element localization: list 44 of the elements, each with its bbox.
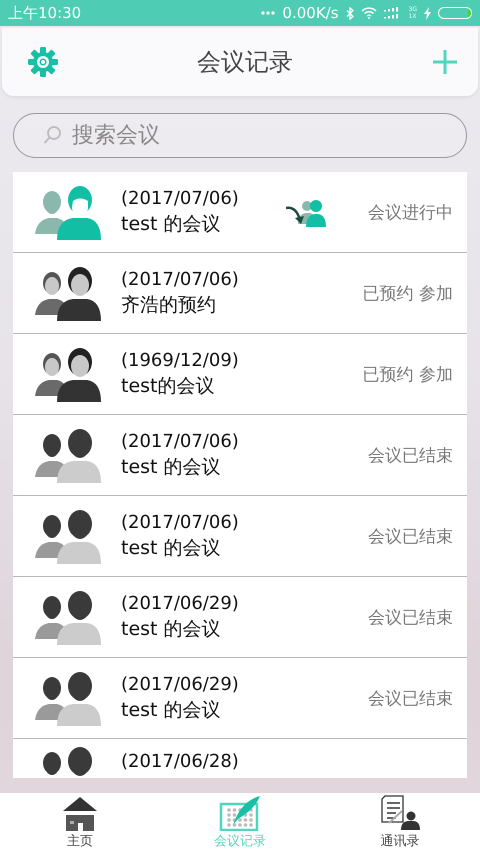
people-avatar-icon [35, 508, 101, 564]
add-icon[interactable] [432, 49, 458, 75]
page-title: 会议记录 [197, 47, 293, 78]
calendar-quill-icon [219, 795, 261, 831]
search-icon [43, 125, 63, 145]
people-avatar-icon [35, 184, 101, 240]
wifi-icon [360, 7, 377, 19]
meeting-title: test 的会议 [121, 616, 222, 642]
meeting-title: test 的会议 [121, 536, 222, 560]
meeting-status: 已预约 参加 [362, 364, 453, 386]
meeting-status: 会议已结束 [368, 606, 453, 628]
people-avatar-icon [35, 427, 101, 483]
network-speed: 0.00K/s [282, 4, 339, 22]
meeting-status: 会议已结束 [368, 688, 453, 710]
charging-icon [424, 6, 431, 20]
nav-tab[interactable]: 通讯录 [320, 793, 480, 853]
people-avatar-icon [35, 589, 101, 645]
meeting-title: 齐浩的预约 [121, 292, 217, 318]
meeting-title: test的会议 [121, 374, 216, 398]
meeting-status: 会议已结束 [368, 444, 453, 466]
meeting-status: 会议已结束 [368, 526, 453, 548]
meeting-date: (2017/07/06) [121, 268, 240, 290]
people-avatar-icon [35, 346, 101, 402]
people-avatar-icon [35, 670, 101, 726]
meeting-date: (2017/07/06) [121, 188, 240, 208]
people-avatar-icon [35, 265, 101, 321]
search-field[interactable]: 搜索会议 [13, 113, 467, 158]
meeting-title: test 的会议 [121, 454, 222, 480]
meeting-status: 已预约 参加 [362, 282, 453, 304]
meeting-date: (2017/06/29) [121, 674, 240, 694]
meeting-date: (1969/12/09) [121, 350, 240, 370]
nav-tab[interactable]: 主页 [0, 793, 160, 853]
bluetooth-icon [346, 6, 354, 20]
meeting-date: (2017/07/06) [121, 512, 240, 532]
more-icon [261, 11, 276, 15]
meeting-title: test 的会议 [121, 698, 222, 722]
meeting-status: 会议进行中 [368, 202, 453, 224]
battery-icon [438, 7, 472, 19]
meeting-date: (2017/06/28) [121, 751, 240, 772]
clock: 上午10:30 [8, 4, 82, 22]
meeting-title: test 的会议 [121, 212, 222, 236]
meeting-date: (2017/07/06) [121, 430, 240, 452]
home-icon [63, 797, 97, 831]
meeting-date: (2017/06/29) [121, 592, 240, 614]
